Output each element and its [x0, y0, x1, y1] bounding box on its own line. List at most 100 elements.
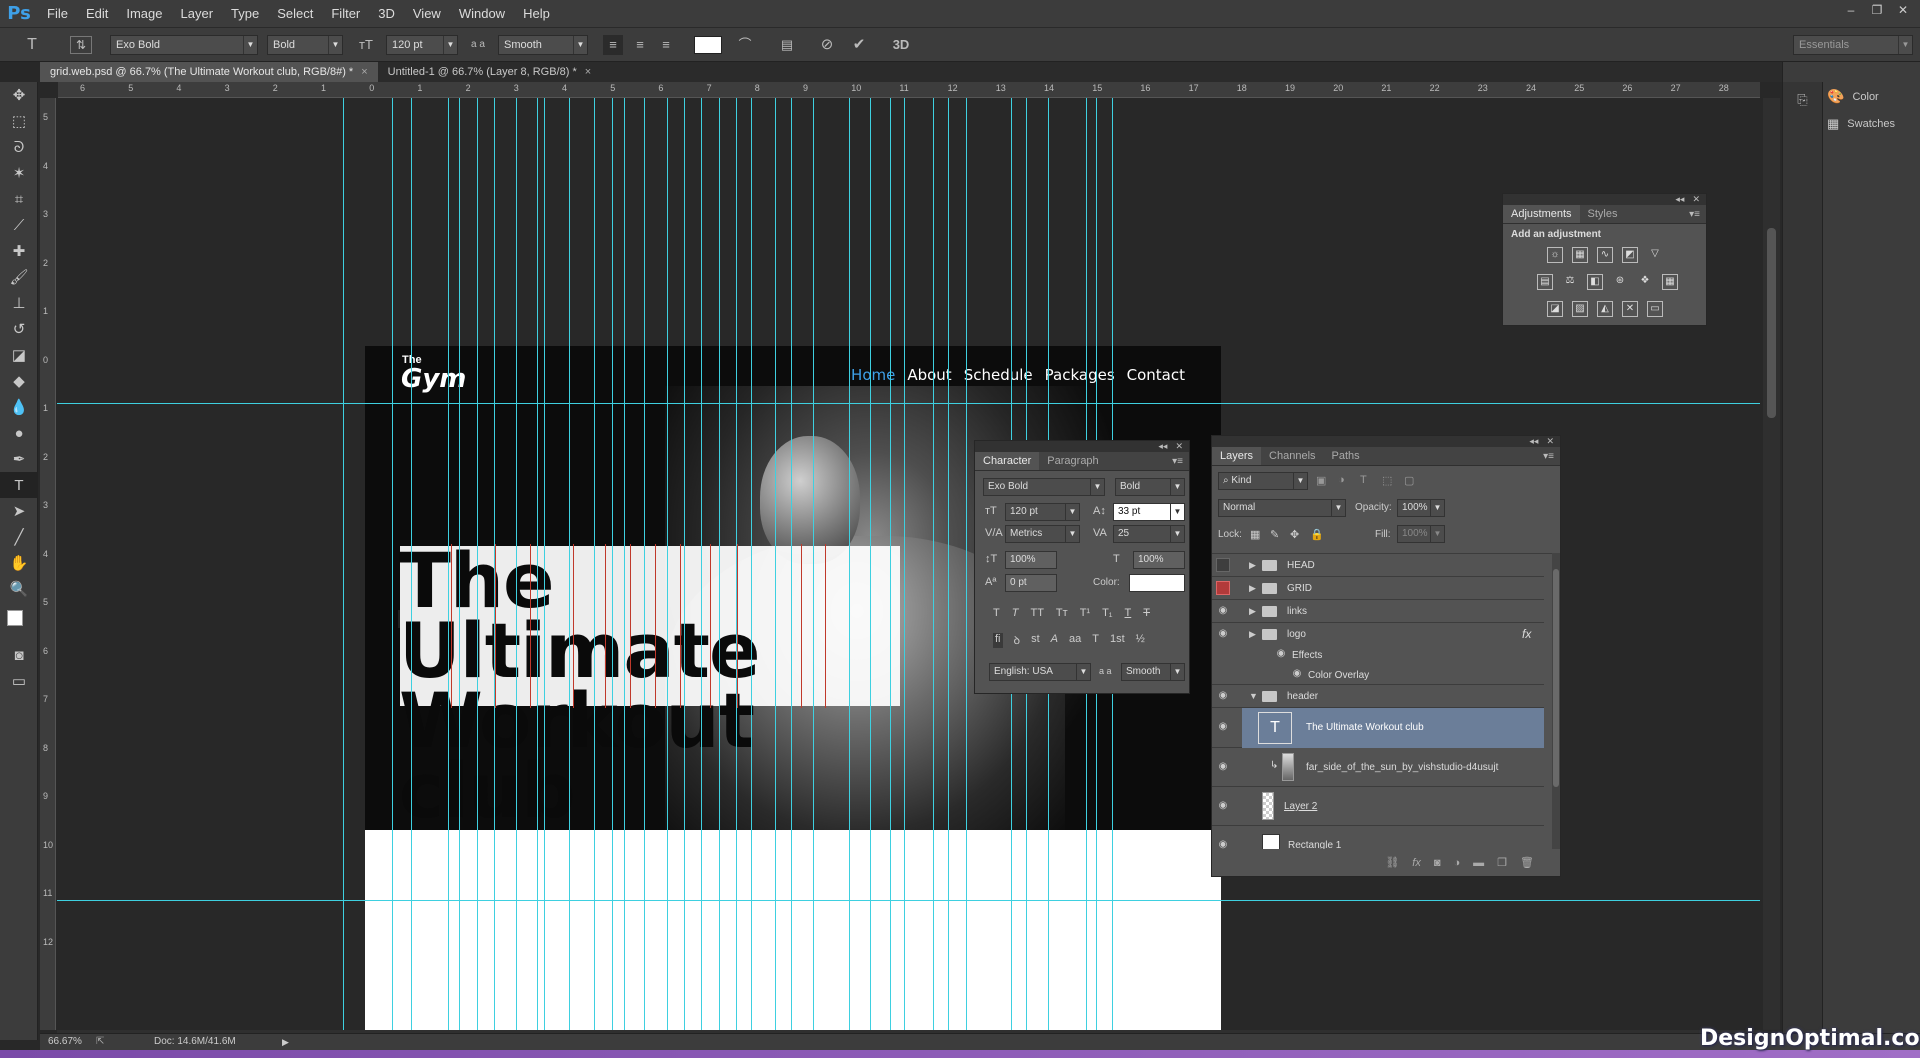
- expand-triangle-icon[interactable]: ▶: [1249, 560, 1256, 571]
- tab-close-icon[interactable]: ×: [361, 66, 367, 78]
- eye-icon[interactable]: ◉: [1216, 839, 1230, 849]
- crop-tool-icon[interactable]: ⌗: [0, 186, 38, 212]
- fractions-icon[interactable]: ½: [1136, 633, 1145, 648]
- warp-text-icon[interactable]: ⌒: [734, 35, 756, 55]
- gradient-map-icon[interactable]: ✕: [1622, 301, 1638, 317]
- vertical-guide[interactable]: [948, 98, 949, 1030]
- lock-position-icon[interactable]: ✥: [1290, 528, 1299, 541]
- history-icon[interactable]: ⎘: [1794, 92, 1812, 108]
- minimize-icon[interactable]: –: [1840, 2, 1862, 18]
- vertical-guide[interactable]: [494, 98, 495, 1030]
- font-size-select[interactable]: 120 pt ▼: [386, 35, 458, 55]
- effects-row[interactable]: ◉ Effects: [1212, 646, 1544, 665]
- strikethrough-icon[interactable]: T: [1143, 607, 1150, 619]
- eye-icon[interactable]: ◉: [1216, 800, 1230, 814]
- lock-image-icon[interactable]: ✎: [1270, 528, 1279, 541]
- eye-icon[interactable]: ◉: [1290, 668, 1304, 682]
- character-kerning-select[interactable]: Metrics ▼: [1005, 525, 1080, 543]
- layer-effects-icon[interactable]: fx: [1522, 627, 1531, 641]
- type-tool-icon[interactable]: T: [0, 472, 38, 498]
- fill-input[interactable]: 100% ▼: [1397, 525, 1445, 543]
- align-center-icon[interactable]: ≡: [630, 35, 650, 55]
- character-tracking-select[interactable]: 25 ▼: [1113, 525, 1185, 543]
- restore-icon[interactable]: ❐: [1866, 2, 1888, 18]
- quick-mask-icon[interactable]: ◙: [0, 642, 38, 668]
- all-caps-icon[interactable]: TT: [1030, 607, 1043, 619]
- toggle-orientation-icon[interactable]: ⇅: [70, 36, 92, 54]
- faux-bold-icon[interactable]: T: [993, 607, 1000, 619]
- menu-edit[interactable]: Edit: [77, 0, 117, 28]
- language-select[interactable]: English: USA ▼: [989, 663, 1091, 681]
- path-selection-tool-icon[interactable]: ➤: [0, 498, 38, 524]
- brush-tool-icon[interactable]: 🖌: [0, 264, 38, 290]
- layer-filter-select[interactable]: ⌕ Kind ▼: [1218, 472, 1308, 490]
- magic-wand-tool-icon[interactable]: ✶: [0, 160, 38, 186]
- align-left-icon[interactable]: ≡: [603, 35, 623, 55]
- vertical-guide[interactable]: [791, 98, 792, 1030]
- layer-row-headline-text[interactable]: ◉ T The Ultimate Workout club: [1212, 708, 1544, 748]
- tab-close-icon[interactable]: ×: [585, 66, 591, 78]
- underline-icon[interactable]: T: [1125, 607, 1132, 619]
- move-tool-icon[interactable]: ✥: [0, 82, 38, 108]
- vertical-guide[interactable]: [448, 98, 449, 1030]
- font-family-select[interactable]: Exo Bold ▼: [110, 35, 258, 55]
- close-panel-icon[interactable]: ✕: [1692, 194, 1700, 205]
- character-size-select[interactable]: 120 pt ▼: [1005, 503, 1080, 521]
- type-tool-preset-icon[interactable]: T: [18, 35, 46, 55]
- threshold-icon[interactable]: ◭: [1597, 301, 1613, 317]
- link-layers-icon[interactable]: ⛓: [1385, 852, 1399, 874]
- horizontal-guide[interactable]: [57, 900, 1760, 901]
- eyedropper-tool-icon[interactable]: ⟋: [0, 212, 38, 238]
- filter-type-icon[interactable]: T: [1360, 474, 1367, 486]
- old-style-icon[interactable]: ꝺ: [1014, 633, 1021, 648]
- expand-triangle-icon[interactable]: ▶: [1249, 583, 1256, 594]
- toggle-panels-icon[interactable]: ▤: [776, 35, 798, 55]
- vertical-guide[interactable]: [644, 98, 645, 1030]
- vertical-guide[interactable]: [966, 98, 967, 1030]
- eye-icon[interactable]: ◉: [1216, 721, 1230, 735]
- eye-icon[interactable]: ◉: [1216, 761, 1230, 775]
- menu-filter[interactable]: Filter: [322, 0, 369, 28]
- vertical-guide[interactable]: [813, 98, 814, 1030]
- vertical-guide[interactable]: [933, 98, 934, 1030]
- swash-icon[interactable]: A: [1051, 633, 1058, 648]
- layer-row-head[interactable]: ▶ HEAD: [1212, 554, 1544, 577]
- vertical-guide[interactable]: [392, 98, 393, 1030]
- layers-scroll-thumb[interactable]: [1553, 569, 1559, 787]
- filter-smart-object-icon[interactable]: ▢: [1404, 474, 1414, 487]
- vertical-guide[interactable]: [343, 98, 344, 1030]
- vertical-guide[interactable]: [701, 98, 702, 1030]
- ordinals-icon[interactable]: 1st: [1110, 633, 1125, 648]
- curves-icon[interactable]: ∿: [1597, 247, 1613, 263]
- delete-layer-icon[interactable]: 🗑: [1520, 852, 1534, 874]
- new-group-icon[interactable]: ▬: [1473, 852, 1484, 874]
- character-leading-input[interactable]: 33 pt ▼: [1113, 503, 1185, 521]
- menu-help[interactable]: Help: [514, 0, 559, 28]
- menu-layer[interactable]: Layer: [172, 0, 223, 28]
- vibrance-icon[interactable]: ▽: [1647, 247, 1663, 263]
- character-font-style-select[interactable]: Bold ▼: [1115, 478, 1185, 496]
- close-panel-icon[interactable]: ✕: [1546, 436, 1554, 447]
- close-icon[interactable]: ✕: [1892, 2, 1914, 18]
- color-balance-icon[interactable]: ⚖: [1562, 274, 1578, 290]
- add-mask-icon[interactable]: ◙: [1434, 852, 1441, 874]
- nav-contact[interactable]: Contact: [1127, 366, 1185, 384]
- layer-row-grid[interactable]: ▶ GRID: [1212, 577, 1544, 600]
- collapse-triangle-icon[interactable]: ▼: [1249, 691, 1258, 701]
- vertical-guide[interactable]: [736, 98, 737, 1030]
- small-caps-icon[interactable]: Tт: [1056, 607, 1068, 619]
- pen-tool-icon[interactable]: ✒: [0, 446, 38, 472]
- expand-triangle-icon[interactable]: ▶: [1249, 606, 1256, 617]
- invert-icon[interactable]: ◪: [1547, 301, 1563, 317]
- nav-packages[interactable]: Packages: [1045, 366, 1115, 384]
- collapse-panel-icon[interactable]: ◂◂: [1158, 441, 1167, 452]
- vertical-guide[interactable]: [624, 98, 625, 1030]
- add-style-icon[interactable]: fx: [1412, 852, 1421, 874]
- menu-image[interactable]: Image: [117, 0, 171, 28]
- filter-pixel-icon[interactable]: ▣: [1316, 474, 1326, 487]
- vertical-guide[interactable]: [477, 98, 478, 1030]
- history-brush-tool-icon[interactable]: ↺: [0, 316, 38, 342]
- vertical-guide[interactable]: [537, 98, 538, 1030]
- opacity-input[interactable]: 100% ▼: [1397, 499, 1445, 517]
- workspace-select[interactable]: Essentials ▼: [1793, 35, 1913, 55]
